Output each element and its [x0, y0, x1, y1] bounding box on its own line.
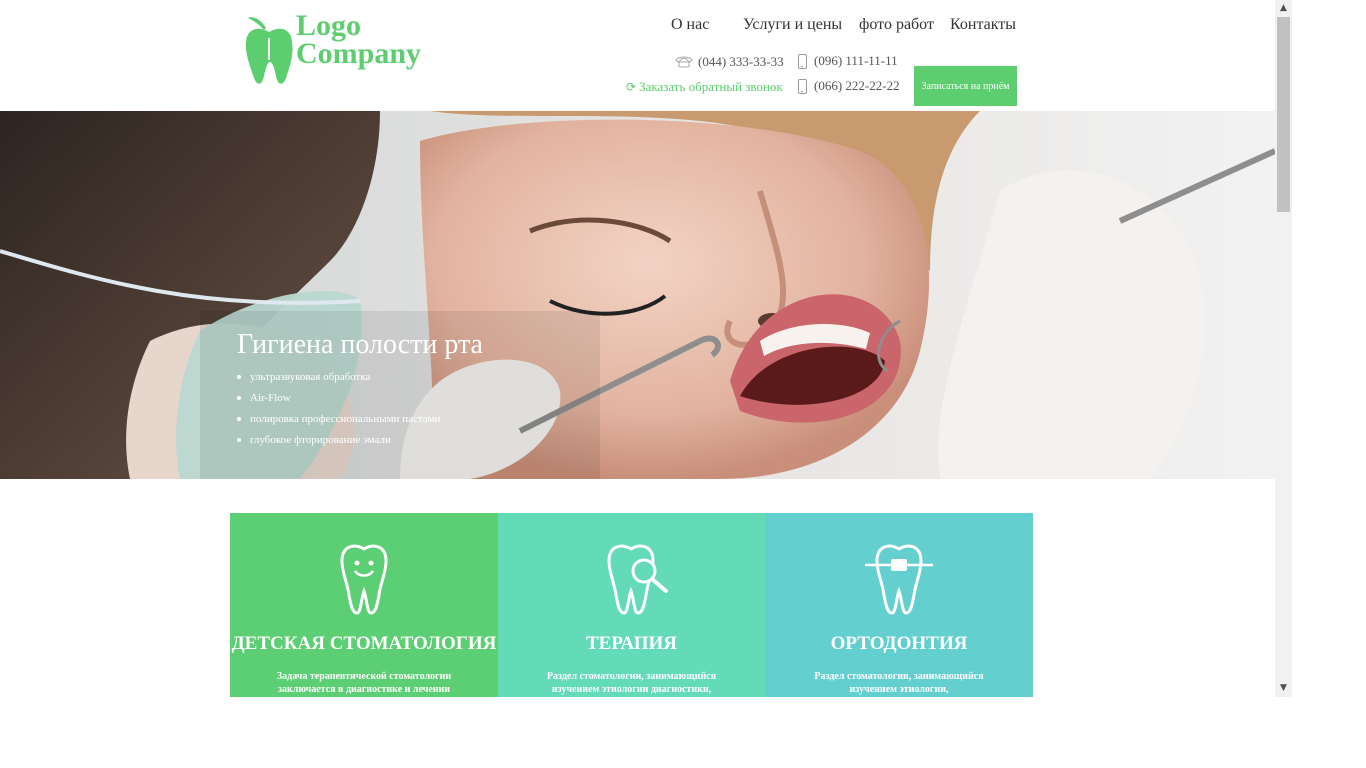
card-desc: Раздел стоматологии, занимающийся изучен…	[546, 671, 717, 695]
phone-landline: (044) 333-33-33	[675, 54, 784, 70]
apple-tooth-icon	[245, 17, 293, 84]
phone-mobile-1-number[interactable]: (096) 111-11-11	[814, 53, 898, 69]
nav-services[interactable]: Услуги и цены	[743, 16, 842, 34]
nav-contacts[interactable]: Контакты	[950, 16, 1016, 34]
mobile-phone-icon	[798, 78, 807, 94]
refresh-icon: ⟳	[626, 80, 637, 94]
tooth-magnifier-icon	[606, 544, 668, 615]
scroll-down-arrow-icon[interactable]: ▼	[1275, 680, 1292, 697]
hero-list-item: Air-Flow	[237, 391, 441, 412]
phone-mobile-1: (096) 111-11-11	[798, 53, 898, 69]
scroll-up-arrow-icon[interactable]: ▲	[1275, 0, 1292, 17]
card-title: ТЕРАПИЯ	[585, 633, 678, 654]
card-pediatric[interactable]: ДЕТСКАЯ СТОМАТОЛОГИЯ Задача терапевтичес…	[230, 513, 498, 697]
card-desc: Раздел стоматологии, занимающийся изучен…	[814, 671, 984, 695]
mobile-phone-icon	[798, 53, 807, 69]
callback-link[interactable]: ⟳ Заказать обратный звонок	[626, 79, 783, 95]
callback-label: Заказать обратный звонок	[639, 79, 783, 94]
logo[interactable]: Logo Company	[244, 9, 434, 88]
telephone-icon	[675, 56, 693, 68]
phone-mobile-2-number[interactable]: (066) 222-22-22	[814, 78, 900, 94]
phone-landline-number[interactable]: (044) 333-33-33	[698, 54, 784, 70]
book-appointment-button[interactable]: Записаться на приём	[914, 66, 1017, 106]
page-viewport: Logo Company О нас Услуги и цены фото ра…	[0, 0, 1275, 697]
scrollbar-thumb[interactable]	[1277, 17, 1290, 212]
logo-line1: Logo	[296, 9, 362, 42]
phone-mobile-2: (066) 222-22-22	[798, 78, 900, 94]
nav-about[interactable]: О нас	[671, 16, 709, 34]
vertical-scrollbar[interactable]: ▲ ▼	[1275, 0, 1292, 697]
card-therapy[interactable]: ТЕРАПИЯ Раздел стоматологии, занимающийс…	[498, 513, 765, 697]
card-orthodontics[interactable]: ОРТОДОНТИЯ Раздел стоматологии, занимающ…	[765, 513, 1033, 697]
card-desc: Задача терапевтической стоматологии закл…	[276, 671, 452, 695]
hero-list: ультразвуковая обработка Air-Flow полиро…	[237, 370, 441, 454]
hero-list-item: глубокое фторирование эмали	[237, 433, 441, 454]
hero-list-item: ультразвуковая обработка	[237, 370, 441, 391]
card-title: ДЕТСКАЯ СТОМАТОЛОГИЯ	[231, 633, 497, 654]
tooth-braces-icon	[865, 544, 933, 615]
card-title: ОРТОДОНТИЯ	[830, 633, 968, 654]
smiling-tooth-icon	[340, 544, 388, 615]
hero-title: Гигиена полости рта	[237, 329, 483, 360]
hero-list-item: полировка профессиональными пастами	[237, 412, 441, 433]
nav-photos[interactable]: фото работ	[859, 16, 934, 34]
hero-photo	[0, 111, 1275, 479]
hero-banner: Гигиена полости рта ультразвуковая обраб…	[0, 111, 1275, 479]
logo-line2: Company	[296, 37, 422, 70]
